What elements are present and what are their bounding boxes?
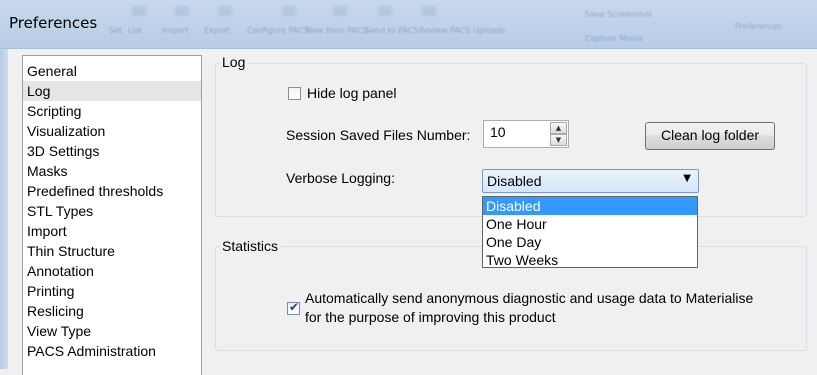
statistics-group-title: Statistics — [219, 238, 282, 254]
session-saved-files-spinbox[interactable]: 10 ▲ ▼ — [483, 120, 569, 148]
checkmark-icon: ✔ — [289, 300, 300, 314]
ribbon-icon — [333, 6, 347, 16]
window-title: Preferences — [9, 14, 98, 32]
ribbon-icon — [132, 6, 146, 16]
category-general[interactable]: General — [23, 61, 201, 81]
ribbon-label: Save Screenshot — [585, 10, 652, 19]
log-group-title: Log — [219, 54, 249, 70]
category-view-type[interactable]: View Type — [23, 321, 201, 341]
category-list[interactable]: General Log Scripting Visualization 3D S… — [22, 55, 202, 375]
ribbon-label: List — [128, 26, 142, 35]
ribbon-icon — [378, 6, 392, 16]
spin-down-icon[interactable]: ▼ — [550, 134, 567, 146]
ribbon-label: Preferences — [735, 22, 783, 31]
option-one-hour[interactable]: One Hour — [483, 215, 697, 233]
ribbon-label: Set — [109, 26, 123, 35]
category-masks[interactable]: Masks — [23, 161, 201, 181]
session-saved-files-value[interactable]: 10 — [490, 124, 506, 140]
ribbon-icon — [422, 6, 436, 16]
ribbon-icon — [175, 6, 189, 16]
option-disabled[interactable]: Disabled — [483, 197, 697, 215]
spin-up-icon[interactable]: ▲ — [550, 122, 567, 134]
option-one-day[interactable]: One Day — [483, 233, 697, 251]
chevron-down-icon[interactable]: ▼ — [683, 173, 691, 184]
auto-send-label-line1: Automatically send anonymous diagnostic … — [305, 290, 754, 306]
category-visualization[interactable]: Visualization — [23, 121, 201, 141]
preferences-window: General Log Scripting Visualization 3D S… — [0, 49, 817, 375]
category-scripting[interactable]: Scripting — [23, 101, 201, 121]
category-log[interactable]: Log — [23, 81, 201, 101]
category-annotation[interactable]: Annotation — [23, 261, 201, 281]
category-reslicing[interactable]: Reslicing — [23, 301, 201, 321]
category-3d-settings[interactable]: 3D Settings — [23, 141, 201, 161]
category-predefined-thresholds[interactable]: Predefined thresholds — [23, 181, 201, 201]
hide-log-panel-checkbox[interactable] — [288, 87, 301, 100]
category-thin-structure[interactable]: Thin Structure — [23, 241, 201, 261]
ribbon-label: Configure PACS — [247, 26, 309, 35]
category-pacs-administration[interactable]: PACS Administration — [23, 341, 201, 361]
ribbon-icon — [218, 6, 232, 16]
ribbon-label: Export — [204, 26, 231, 35]
verbose-logging-dropdown[interactable]: Disabled One Hour One Day Two Weeks — [482, 196, 698, 268]
window-frame — [0, 49, 8, 369]
verbose-logging-selected[interactable]: Disabled — [487, 173, 541, 189]
verbose-logging-label: Verbose Logging: — [286, 170, 395, 186]
clean-log-folder-button[interactable]: Clean log folder — [645, 122, 775, 150]
ribbon-label: Capture Movie — [585, 34, 644, 43]
ribbon-label: Import — [162, 26, 189, 35]
category-printing[interactable]: Printing — [23, 281, 201, 301]
hide-log-panel-label: Hide log panel — [307, 85, 397, 101]
ribbon-icon — [282, 6, 296, 16]
ribbon-label: New from PACS — [306, 26, 368, 35]
auto-send-label-line2: for the purpose of improving this produc… — [305, 309, 556, 325]
auto-send-checkbox[interactable]: ✔ — [287, 300, 300, 315]
verbose-logging-select[interactable]: Disabled ▼ — [482, 169, 699, 193]
ribbon-label: Review PACS Uploads — [419, 26, 506, 35]
option-two-weeks[interactable]: Two Weeks — [483, 251, 697, 269]
title-bar: Preferences Set List Import Export Confi… — [0, 0, 817, 49]
ribbon-label: Send to PACS — [365, 26, 419, 35]
session-saved-files-label: Session Saved Files Number: — [286, 127, 471, 143]
category-stl-types[interactable]: STL Types — [23, 201, 201, 221]
category-import[interactable]: Import — [23, 221, 201, 241]
